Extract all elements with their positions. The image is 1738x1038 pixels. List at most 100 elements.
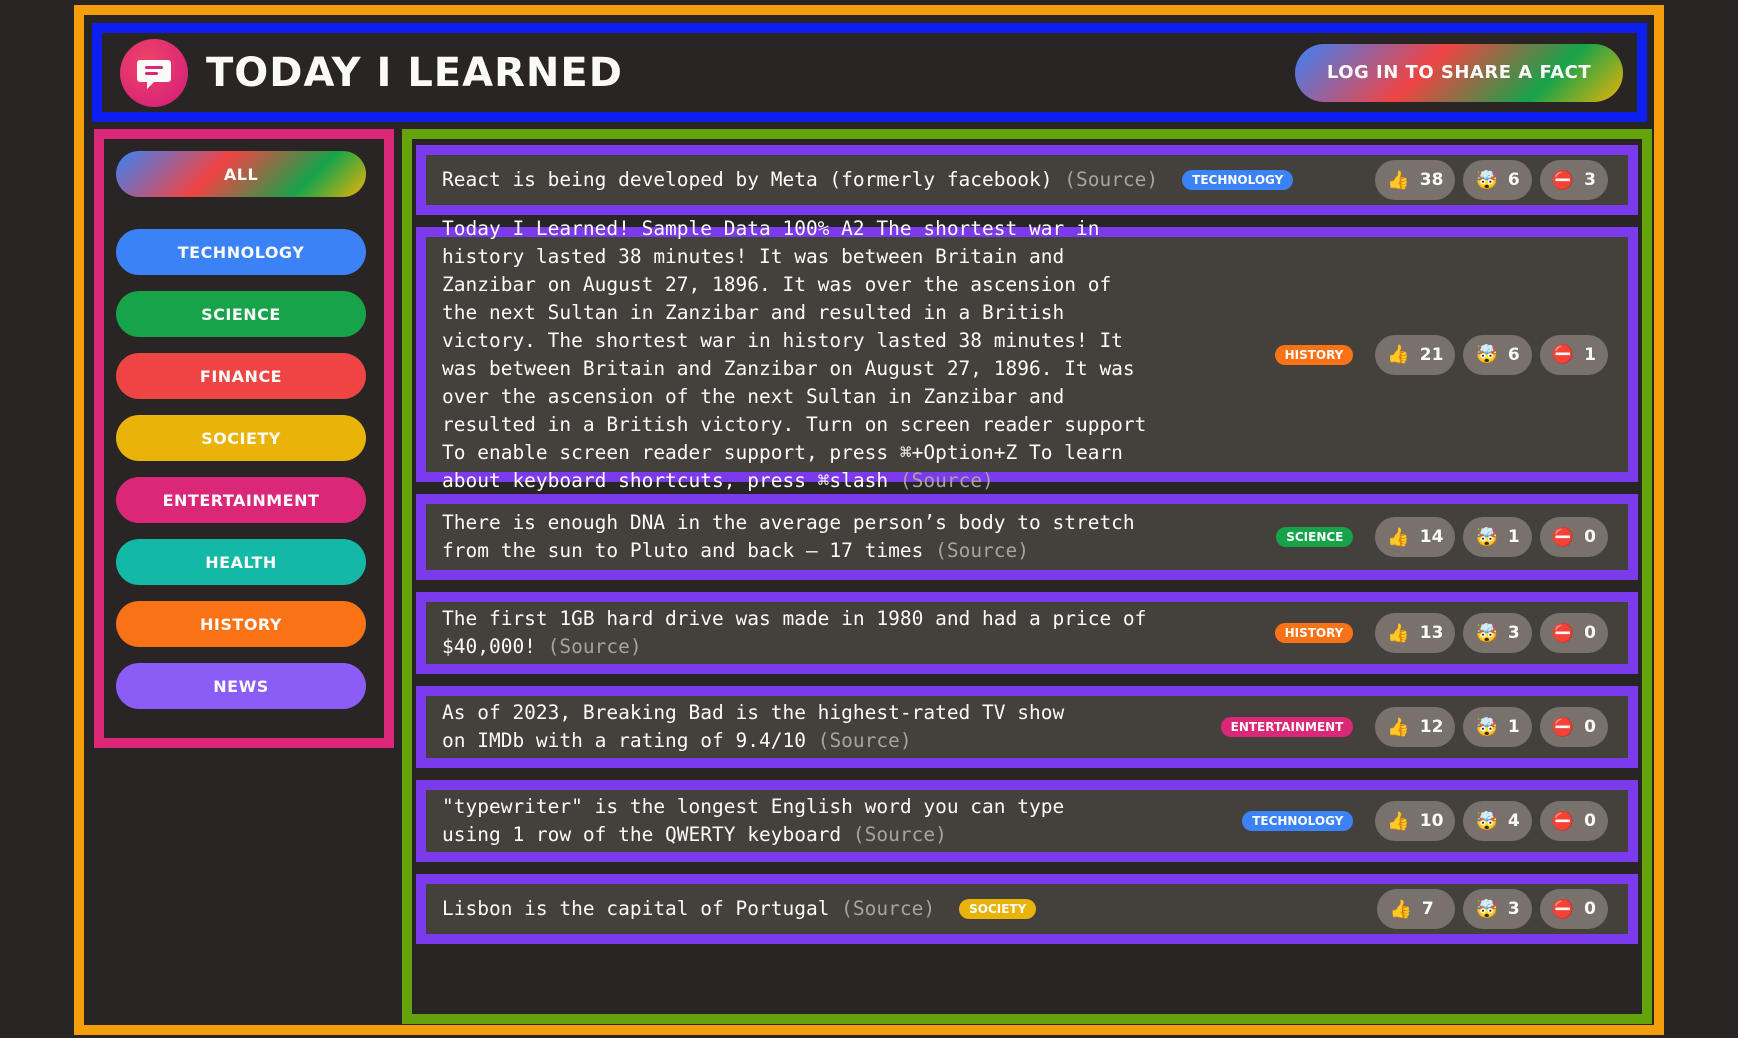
- source-link[interactable]: (Source): [1064, 168, 1158, 191]
- vote-interesting-button[interactable]: 👍 7: [1377, 889, 1456, 929]
- fact-text: There is enough DNA in the average perso…: [442, 509, 1154, 565]
- category-item: SCIENCE: [116, 291, 372, 337]
- thumbs-up-icon: 👍: [1387, 810, 1410, 832]
- vote-buttons: 👍 21 🤯 6 ⛔️ 1: [1375, 334, 1608, 375]
- category-sidebar: ALL TECHNOLOGY SCIENCE FINANCE SOCIETY ENTER…: [94, 129, 394, 748]
- source-link[interactable]: (Source): [818, 729, 912, 752]
- vote-interesting-button[interactable]: 👍 10: [1375, 801, 1456, 841]
- source-link[interactable]: (Source): [900, 469, 994, 492]
- vote-count: 3: [1507, 623, 1520, 643]
- vote-false-button[interactable]: ⛔️ 0: [1539, 613, 1608, 653]
- page-title: TODAY I LEARNED: [206, 49, 623, 96]
- vote-interesting-button[interactable]: 👍 12: [1375, 707, 1456, 747]
- vote-interesting-button[interactable]: 👍 21: [1375, 334, 1456, 375]
- vote-interesting-button[interactable]: 👍 38: [1375, 160, 1456, 200]
- category-all-button[interactable]: ALL: [116, 151, 366, 197]
- mind-blown-icon: 🤯: [1475, 344, 1498, 365]
- category-history-button[interactable]: HISTORY: [116, 601, 366, 647]
- no-entry-icon: ⛔️: [1551, 169, 1575, 191]
- category-item: TECHNOLOGY: [116, 229, 372, 275]
- vote-count: 0: [1584, 527, 1596, 547]
- fact-item: As of 2023, Breaking Bad is the highest-…: [416, 686, 1638, 768]
- fact-text: Today I Learned! Sample Data 100% A2 The…: [442, 215, 1154, 495]
- fact-item: "typewriter" is the longest English word…: [416, 780, 1638, 862]
- vote-buttons: 👍 13 🤯 3 ⛔️ 0: [1375, 613, 1608, 653]
- category-science-button[interactable]: SCIENCE: [116, 291, 366, 337]
- vote-interesting-button[interactable]: 👍 13: [1375, 613, 1456, 653]
- category-item: ENTERTAINMENT: [116, 477, 372, 523]
- category-item-all: ALL: [116, 151, 372, 197]
- vote-false-button[interactable]: ⛔️ 3: [1539, 160, 1608, 200]
- thumbs-up-icon: 👍: [1387, 169, 1410, 191]
- fact-item: Today I Learned! Sample Data 100% A2 The…: [416, 217, 1638, 492]
- vote-count: 21: [1419, 344, 1444, 365]
- mind-blown-icon: 🤯: [1475, 622, 1498, 644]
- no-entry-icon: ⛔️: [1551, 526, 1575, 548]
- category-item: HEALTH: [116, 539, 372, 585]
- category-item: HISTORY: [116, 601, 372, 647]
- vote-count: 38: [1419, 170, 1444, 190]
- vote-count: 7: [1421, 899, 1434, 919]
- mind-blown-icon: 🤯: [1475, 169, 1498, 191]
- source-link[interactable]: (Source): [548, 635, 642, 658]
- fact-text: Lisbon is the capital of Portugal (Sourc…: [442, 895, 935, 923]
- vote-buttons: 👍 12 🤯 1 ⛔️ 0: [1375, 707, 1608, 747]
- login-share-fact-button[interactable]: LOG IN TO SHARE A FACT: [1295, 43, 1623, 102]
- thumbs-up-icon: 👍: [1387, 526, 1410, 548]
- category-technology-button[interactable]: TECHNOLOGY: [116, 229, 366, 275]
- vote-false-button[interactable]: ⛔️ 0: [1539, 889, 1608, 929]
- category-health-button[interactable]: HEALTH: [116, 539, 366, 585]
- vote-mindblowing-button[interactable]: 🤯 1: [1463, 707, 1532, 747]
- thumbs-up-icon: 👍: [1387, 622, 1410, 644]
- vote-false-button[interactable]: ⛔️ 0: [1539, 707, 1608, 747]
- source-link[interactable]: (Source): [841, 897, 935, 920]
- vote-false-button[interactable]: ⛔️ 0: [1539, 517, 1608, 557]
- mind-blown-icon: 🤯: [1475, 810, 1498, 832]
- vote-count: 14: [1419, 527, 1444, 547]
- vote-false-button[interactable]: ⛔️ 1: [1539, 334, 1608, 375]
- category-society-button[interactable]: SOCIETY: [116, 415, 366, 461]
- category-tag: ENTERTAINMENT: [1220, 717, 1354, 737]
- vote-count: 1: [1507, 527, 1520, 547]
- thumbs-up-icon: 👍: [1387, 344, 1410, 365]
- vote-buttons: 👍 14 🤯 1 ⛔️ 0: [1375, 517, 1608, 557]
- fact-item: The first 1GB hard drive was made in 198…: [416, 592, 1638, 674]
- vote-count: 6: [1507, 344, 1520, 365]
- source-link[interactable]: (Source): [853, 823, 947, 846]
- fact-item: React is being developed by Meta (former…: [416, 145, 1638, 215]
- vote-false-button[interactable]: ⛔️ 0: [1539, 801, 1608, 841]
- vote-mindblowing-button[interactable]: 🤯 1: [1463, 517, 1532, 557]
- vote-interesting-button[interactable]: 👍 14: [1375, 517, 1456, 557]
- thumbs-up-icon: 👍: [1387, 716, 1410, 738]
- vote-count: 12: [1419, 717, 1444, 737]
- category-list: ALL TECHNOLOGY SCIENCE FINANCE SOCIETY ENTER…: [116, 151, 372, 709]
- vote-mindblowing-button[interactable]: 🤯 4: [1463, 801, 1532, 841]
- vote-count: 3: [1584, 170, 1596, 190]
- fact-body: As of 2023, Breaking Bad is the highest-…: [442, 701, 1065, 752]
- vote-count: 0: [1584, 717, 1596, 737]
- source-link[interactable]: (Source): [935, 539, 1029, 562]
- category-tag: TECHNOLOGY: [1182, 170, 1294, 190]
- vote-count: 0: [1584, 899, 1596, 919]
- vote-count: 6: [1507, 170, 1520, 190]
- vote-count: 1: [1507, 717, 1520, 737]
- vote-buttons: 👍 7 🤯 3 ⛔️ 0: [1377, 889, 1608, 929]
- category-finance-button[interactable]: FINANCE: [116, 353, 366, 399]
- vote-count: 4: [1507, 811, 1520, 831]
- category-item: NEWS: [116, 663, 372, 709]
- category-entertainment-button[interactable]: ENTERTAINMENT: [116, 477, 366, 523]
- fact-text: The first 1GB hard drive was made in 198…: [442, 605, 1154, 661]
- vote-mindblowing-button[interactable]: 🤯 6: [1463, 160, 1532, 200]
- vote-mindblowing-button[interactable]: 🤯 6: [1463, 334, 1532, 375]
- mind-blown-icon: 🤯: [1475, 716, 1498, 738]
- category-tag: SOCIETY: [959, 899, 1037, 919]
- fact-body: "typewriter" is the longest English word…: [442, 795, 1065, 846]
- vote-mindblowing-button[interactable]: 🤯 3: [1463, 613, 1532, 653]
- category-tag: TECHNOLOGY: [1242, 811, 1354, 831]
- category-tag: SCIENCE: [1276, 527, 1354, 547]
- category-news-button[interactable]: NEWS: [116, 663, 366, 709]
- vote-mindblowing-button[interactable]: 🤯 3: [1463, 889, 1532, 929]
- category-tag: HISTORY: [1274, 344, 1354, 365]
- chat-bubble-logo-icon: [120, 38, 188, 107]
- facts-list: React is being developed by Meta (former…: [412, 139, 1642, 944]
